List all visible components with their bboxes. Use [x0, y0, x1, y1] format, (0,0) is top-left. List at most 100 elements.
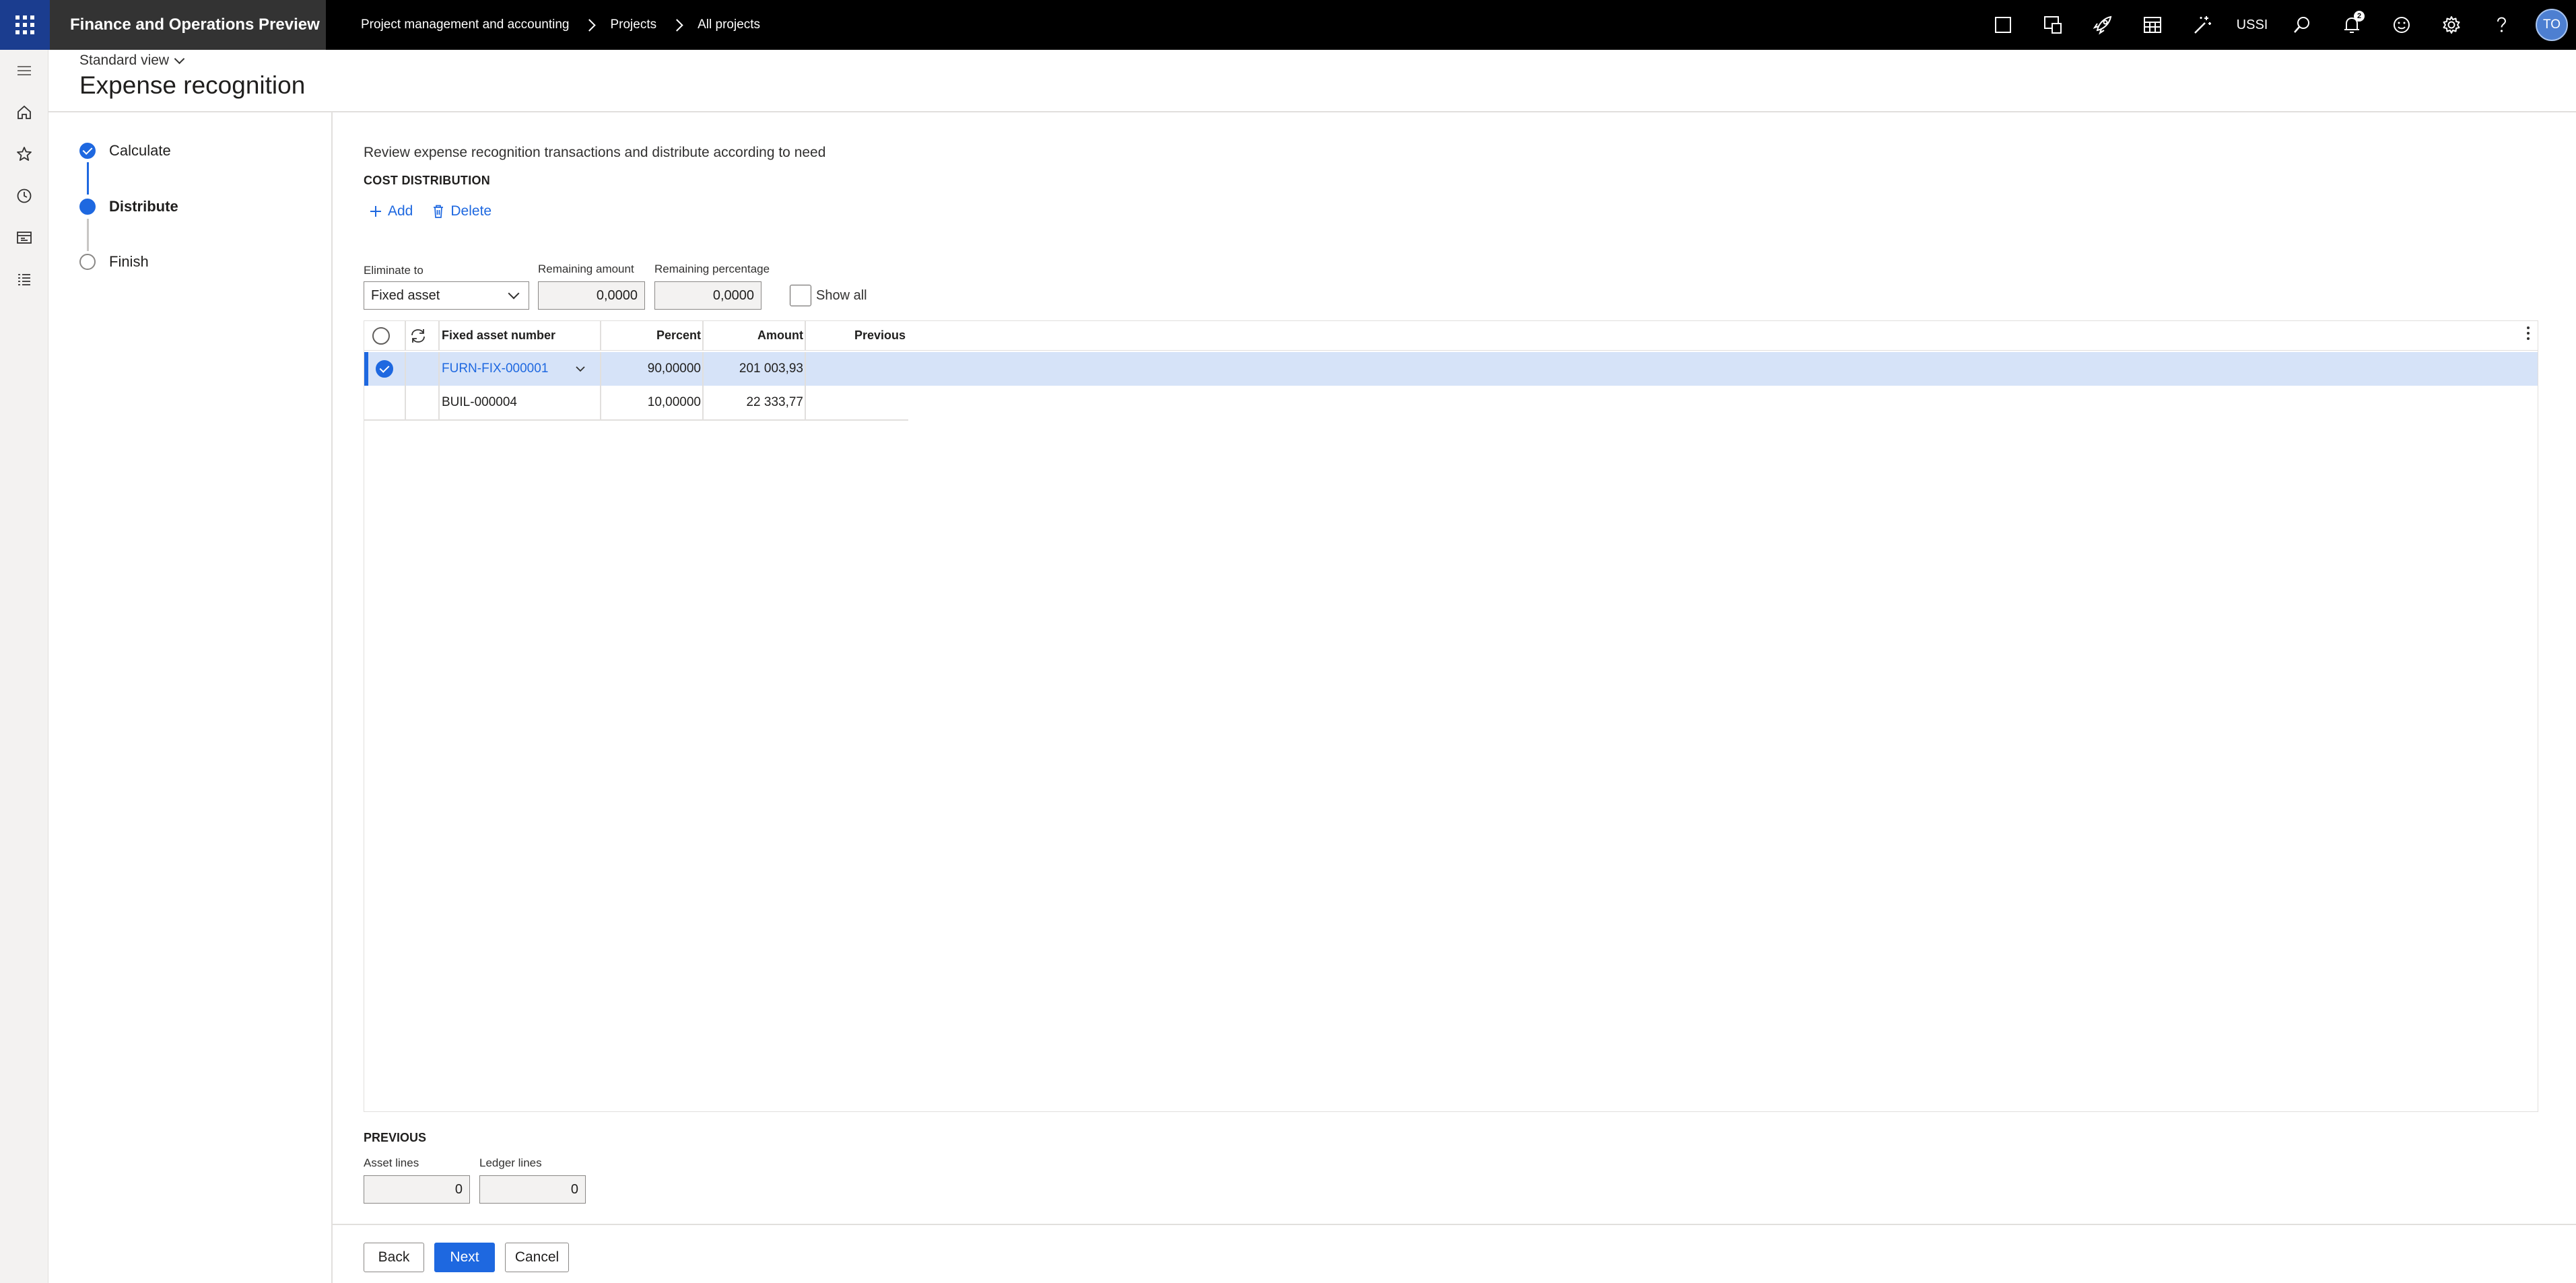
- next-button[interactable]: Next: [434, 1243, 495, 1272]
- settings-button[interactable]: [2427, 0, 2476, 50]
- square-button[interactable]: [1978, 0, 2028, 50]
- header-divider: [48, 111, 2576, 112]
- plus-icon: [370, 206, 381, 217]
- breadcrumb-item-module[interactable]: Project management and accounting: [361, 18, 569, 32]
- breadcrumb: Project management and accounting Projec…: [361, 0, 760, 50]
- remaining-amount-label: Remaining amount: [538, 263, 634, 275]
- open-in-office-button[interactable]: [2028, 0, 2078, 50]
- show-all-label[interactable]: Show all: [816, 288, 867, 304]
- refresh-icon: [411, 328, 425, 343]
- company-selector[interactable]: USSI: [2227, 0, 2277, 50]
- gear-icon: [2443, 16, 2460, 34]
- view-selector-label: Standard view: [79, 53, 170, 68]
- column-divider: [405, 386, 406, 419]
- step-distribute[interactable]: Distribute: [79, 198, 178, 215]
- cost-distribution-grid: Fixed asset number Percent Amount Previo…: [364, 320, 2538, 1112]
- nav-workspaces[interactable]: [0, 217, 48, 258]
- waffle-icon: [15, 15, 34, 34]
- column-divider: [600, 386, 601, 419]
- help-icon: [2497, 17, 2507, 32]
- hamburger-menu-button[interactable]: [0, 50, 48, 92]
- step-calculate[interactable]: Calculate: [79, 142, 171, 160]
- step-connector: [87, 162, 89, 195]
- cancel-button[interactable]: Cancel: [505, 1243, 569, 1272]
- top-bar: Finance and Operations Preview Project m…: [0, 0, 2576, 50]
- percent-cell[interactable]: 90,00000: [604, 352, 701, 386]
- view-selector[interactable]: Standard view: [79, 53, 185, 69]
- smiley-icon: [2394, 17, 2410, 33]
- amount-cell[interactable]: 22 333,77: [706, 386, 803, 419]
- avatar[interactable]: TO: [2536, 9, 2568, 41]
- nav-home[interactable]: [0, 92, 48, 133]
- column-divider: [805, 386, 806, 419]
- calculator-icon: [2144, 17, 2161, 33]
- notification-badge: 2: [2354, 11, 2365, 22]
- fixed-asset-link[interactable]: FURN-FIX-000001: [442, 352, 548, 386]
- asset-lookup-dropdown[interactable]: [573, 352, 588, 386]
- column-divider: [438, 352, 440, 386]
- feedback-button[interactable]: [2377, 0, 2427, 50]
- fixed-asset-cell[interactable]: BUIL-000004: [442, 386, 517, 419]
- chevron-down-icon: [508, 287, 520, 300]
- delete-button[interactable]: Delete: [430, 203, 492, 219]
- column-divider: [438, 321, 440, 350]
- nav-favorites[interactable]: [0, 133, 48, 175]
- rocket-button[interactable]: [2078, 0, 2128, 50]
- column-header-percent[interactable]: Percent: [604, 321, 701, 350]
- magic-wand-button[interactable]: [2177, 0, 2227, 50]
- select-all-checkbox[interactable]: [372, 321, 390, 350]
- previous-section-title: PREVIOUS: [364, 1131, 427, 1144]
- step-label: Calculate: [109, 142, 171, 159]
- asset-lines-label: Asset lines: [364, 1156, 419, 1169]
- chevron-down-icon: [576, 366, 585, 372]
- ledger-lines-label: Ledger lines: [479, 1156, 542, 1169]
- percent-cell[interactable]: 10,00000: [604, 386, 701, 419]
- nav-recent[interactable]: [0, 175, 48, 217]
- breadcrumb-item-all-projects[interactable]: All projects: [698, 18, 760, 32]
- add-button[interactable]: Add: [368, 203, 413, 219]
- office-icon: [2044, 16, 2062, 34]
- section-title: COST DISTRIBUTION: [364, 174, 491, 187]
- calculator-button[interactable]: [2128, 0, 2177, 50]
- column-header-previous[interactable]: Previous: [809, 321, 906, 350]
- grid-header: Fixed asset number Percent Amount Previo…: [364, 321, 2538, 351]
- search-icon: [2294, 17, 2309, 33]
- step-connector: [87, 219, 89, 251]
- show-all-checkbox[interactable]: [790, 285, 811, 306]
- breadcrumb-item-projects[interactable]: Projects: [610, 18, 656, 32]
- notifications-button[interactable]: 2: [2327, 0, 2377, 50]
- chevron-down-icon: [174, 53, 185, 64]
- square-icon: [1995, 17, 2011, 33]
- back-button[interactable]: Back: [364, 1243, 424, 1272]
- step-finish[interactable]: Finish: [79, 253, 149, 271]
- amount-cell[interactable]: 201 003,93: [706, 352, 803, 386]
- empty-circle-icon: [372, 326, 390, 345]
- remaining-amount-field: 0,0000: [538, 281, 645, 310]
- checkmark-circle-icon: [376, 360, 393, 378]
- table-row[interactable]: BUIL-000004 10,00000 22 333,77: [364, 386, 2538, 419]
- more-options-icon[interactable]: [2527, 326, 2530, 340]
- column-divider: [600, 352, 601, 386]
- help-button[interactable]: [2476, 0, 2526, 50]
- previous-cell: [809, 352, 906, 386]
- app-launcher-button[interactable]: [0, 0, 50, 50]
- step-label: Finish: [109, 253, 149, 270]
- workspace-icon: [17, 232, 32, 244]
- search-button[interactable]: [2277, 0, 2327, 50]
- star-icon: [17, 147, 32, 161]
- eliminate-to-select[interactable]: Fixed asset: [364, 281, 529, 310]
- column-header-asset[interactable]: Fixed asset number: [442, 321, 555, 350]
- row-checkbox[interactable]: [376, 352, 393, 386]
- current-step-icon: [79, 199, 96, 215]
- column-divider: [702, 352, 704, 386]
- column-divider: [600, 321, 601, 350]
- column-divider: [805, 321, 806, 350]
- table-row[interactable]: FURN-FIX-000001 90,00000 201 003,93: [364, 352, 2538, 386]
- refresh-button[interactable]: [409, 321, 428, 350]
- clock-icon: [17, 188, 32, 203]
- app-title[interactable]: Finance and Operations Preview: [50, 0, 326, 50]
- home-icon: [18, 105, 31, 119]
- column-header-amount[interactable]: Amount: [706, 321, 803, 350]
- nav-modules[interactable]: [0, 258, 48, 300]
- asset-lines-field: 0: [364, 1175, 470, 1204]
